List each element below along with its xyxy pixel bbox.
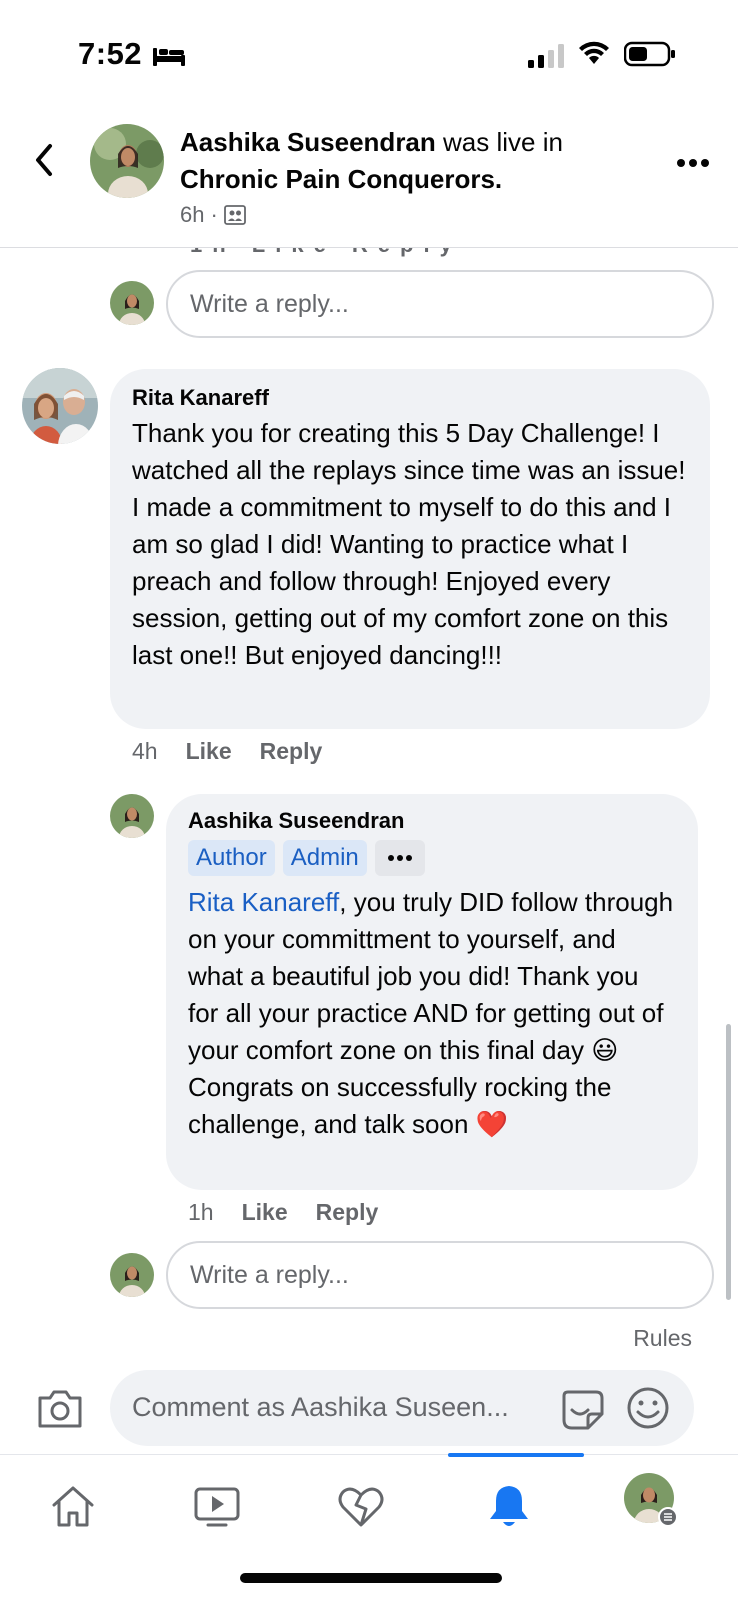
author-name-link[interactable]: Aashika Suseendran — [180, 127, 436, 157]
reply-actions: 1h Like Reply — [188, 1199, 406, 1226]
wifi-icon — [579, 41, 609, 64]
comment-time: 4h — [132, 738, 158, 764]
bed-icon — [153, 48, 185, 66]
post-meta: 6h · — [180, 202, 246, 228]
comment-composer[interactable]: Comment as Aashika Suseen... — [110, 1370, 694, 1446]
reply-badges: Author Admin — [188, 840, 676, 878]
reply-input-placeholder: Write a reply... — [190, 289, 349, 318]
dating-icon[interactable] — [336, 1481, 386, 1531]
group-audience-icon — [223, 205, 246, 225]
profile-menu-icon[interactable] — [624, 1473, 678, 1527]
meta-separator: · — [210, 202, 218, 227]
status-bar: 7:52 — [0, 0, 738, 110]
author-badge: Author — [188, 840, 275, 876]
reply-text-part-2: Congrats on successfully rocking the cha… — [188, 1072, 612, 1139]
signal-icon — [528, 44, 564, 68]
comment-author-name[interactable]: Rita Kanareff — [132, 385, 688, 411]
reply-input-2-placeholder: Write a reply... — [190, 1260, 349, 1289]
my-avatar — [110, 281, 154, 325]
my-avatar-2 — [110, 1253, 154, 1297]
scrollbar[interactable] — [726, 1024, 731, 1300]
reply-like-button[interactable]: Like — [242, 1199, 288, 1226]
comment-like-button[interactable]: Like — [186, 738, 232, 765]
status-time: 7:52 — [78, 36, 143, 71]
smiley-emoji: 😃 — [591, 1035, 619, 1065]
comment-bubble[interactable]: Rita Kanareff Thank you for creating thi… — [110, 369, 710, 729]
post-action-text: was live in — [435, 127, 563, 157]
comment-text: Thank you for creating this 5 Day Challe… — [132, 418, 686, 670]
bottom-tab-bar — [0, 1453, 738, 1600]
gif-sticker-icon[interactable] — [558, 1384, 606, 1432]
reply-time: 1h — [188, 1199, 214, 1225]
author-avatar[interactable] — [90, 124, 164, 198]
reply-author-name[interactable]: Aashika Suseendran — [188, 808, 676, 834]
composer-placeholder: Comment as Aashika Suseen... — [132, 1392, 509, 1422]
admin-badge: Admin — [282, 840, 367, 876]
battery-icon — [624, 41, 675, 67]
home-indicator — [240, 1573, 502, 1583]
comment-reply-button[interactable]: Reply — [260, 738, 323, 765]
group-name-link[interactable]: Chronic Pain Conquerors. — [180, 164, 502, 194]
post-title: Aashika Suseendran was live in Chronic P… — [180, 124, 650, 198]
reply-bubble[interactable]: Aashika Suseendran Author Admin Rita Kana… — [166, 794, 698, 1190]
home-icon[interactable] — [48, 1481, 98, 1531]
heart-emoji: ❤️ — [475, 1109, 509, 1139]
reply-input-2[interactable]: Write a reply... — [166, 1241, 714, 1309]
more-options-icon[interactable] — [676, 158, 710, 168]
reply-input[interactable]: Write a reply... — [166, 270, 714, 338]
video-icon[interactable] — [192, 1481, 242, 1531]
mention-link[interactable]: Rita Kanareff — [188, 887, 339, 917]
back-chevron-icon[interactable] — [30, 140, 58, 180]
emoji-icon[interactable] — [626, 1386, 670, 1430]
ellipsis-icon — [387, 855, 412, 861]
reply-text: Rita Kanareff, you truly DID follow thro… — [188, 884, 676, 1143]
active-tab-indicator — [448, 1453, 584, 1457]
badge-more-button[interactable] — [374, 840, 425, 876]
camera-icon[interactable] — [36, 1386, 84, 1430]
rules-link[interactable]: Rules — [633, 1325, 692, 1352]
reply-author-avatar[interactable] — [110, 794, 154, 838]
post-time: 6h — [180, 202, 205, 227]
reply-reply-button[interactable]: Reply — [316, 1199, 379, 1226]
comment-actions: 4h Like Reply — [132, 738, 350, 765]
notifications-icon[interactable] — [484, 1481, 534, 1531]
commenter-avatar[interactable] — [22, 368, 98, 444]
post-header: Aashika Suseendran was live in Chronic P… — [0, 110, 738, 248]
